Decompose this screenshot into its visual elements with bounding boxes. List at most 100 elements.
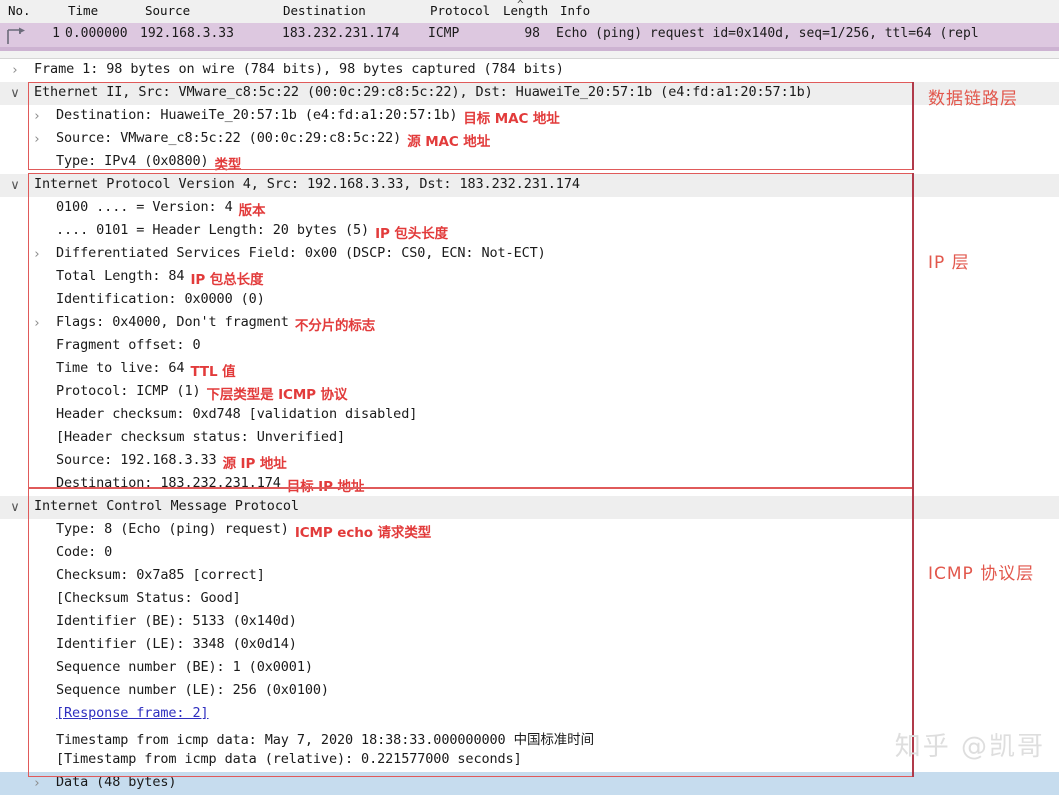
tree-row-label: Source: 192.168.3.33 [56, 452, 217, 468]
tree-row-annotation: 源 IP 地址 [222, 456, 287, 472]
tree-row-ip-ident[interactable]: Identification: 0x0000 (0) [0, 289, 1059, 312]
packet-info: Echo (ping) request id=0x140d, seq=1/256… [556, 26, 979, 41]
chevron-right-icon[interactable]: › [30, 776, 44, 792]
tree-row-icmp-idle[interactable]: Identifier (LE): 3348 (0x0d14) [0, 634, 1059, 657]
tree-row-label: [Response frame: 2] [56, 705, 209, 721]
tree-row-ip-fragoff[interactable]: Fragment offset: 0 [0, 335, 1059, 358]
tree-row-label: .... 0101 = Header Length: 20 bytes (5) [56, 222, 370, 238]
tree-row-icmp-seqbe[interactable]: Sequence number (BE): 1 (0x0001) [0, 657, 1059, 680]
side-label-datalink: 数据链路层 [928, 89, 1018, 109]
tree-row-ip-version[interactable]: 0100 .... = Version: 4 版本 [0, 197, 1059, 220]
side-label-icmp: ICMP 协议层 [928, 564, 1035, 584]
tree-row-label: Time to live: 64 [56, 360, 185, 376]
column-header-protocol[interactable]: Protocol [430, 3, 490, 18]
chevron-down-icon[interactable]: ∨ [8, 500, 22, 516]
chevron-right-icon[interactable]: › [30, 109, 44, 125]
tree-row-icmp[interactable]: ∨ Internet Control Message Protocol [0, 496, 1059, 519]
tree-row-label: Sequence number (LE): 256 (0x0100) [56, 682, 329, 698]
tree-row-frame[interactable]: › Frame 1: 98 bytes on wire (784 bits), 9… [0, 59, 1059, 82]
tree-row-ip-checksum[interactable]: Header checksum: 0xd748 [validation disa… [0, 404, 1059, 427]
tree-row-icmp-respfrm[interactable]: [Response frame: 2] [0, 703, 1059, 726]
chevron-right-icon[interactable]: › [30, 247, 44, 263]
related-packet-arrow-icon [7, 27, 25, 44]
packet-protocol: ICMP [428, 26, 460, 41]
tree-row-icmp-cksumst[interactable]: [Checksum Status: Good] [0, 588, 1059, 611]
packet-time: 0.000000 [65, 26, 128, 41]
packet-no: 1 [52, 26, 60, 41]
tree-row-label: Identifier (BE): 5133 (0x140d) [56, 613, 297, 629]
tree-row-label: [Header checksum status: Unverified] [56, 429, 345, 445]
tree-row-annotation: 类型 [214, 157, 242, 173]
tree-row-ip-dsfield[interactable]: › Differentiated Services Field: 0x00 (DS… [0, 243, 1059, 266]
packet-list-row-selected[interactable]: 1 0.000000 192.168.3.33 183.232.231.174 … [0, 23, 1059, 47]
annotation-divider-datalink [912, 82, 914, 170]
packet-list-column-header[interactable]: No. Time Source Destination Protocol Len… [0, 0, 1059, 24]
tree-row-annotation: 目标 IP 地址 [286, 479, 365, 495]
tree-row-eth-src[interactable]: › Source: VMware_c8:5c:22 (00:0c:29:c8:5c… [0, 128, 1059, 151]
tree-row-label: Source: VMware_c8:5c:22 (00:0c:29:c8:5c:… [56, 130, 402, 146]
tree-row-label: Checksum: 0x7a85 [correct] [56, 567, 265, 583]
tree-row-eth-type[interactable]: Type: IPv4 (0x0800) 类型 [0, 151, 1059, 174]
tree-row-label: Internet Control Message Protocol [34, 498, 299, 514]
chevron-right-icon[interactable]: › [30, 132, 44, 148]
tree-row-label: Destination: 183.232.231.174 [56, 475, 281, 491]
tree-row-icmp-type[interactable]: Type: 8 (Echo (ping) request) ICMP echo 请… [0, 519, 1059, 542]
tree-row-icmp-code[interactable]: Code: 0 [0, 542, 1059, 565]
chevron-right-icon[interactable]: › [30, 316, 44, 332]
column-header-length[interactable]: Length ^ [503, 0, 548, 18]
column-header-time[interactable]: Time [68, 3, 98, 18]
tree-row-ip-src[interactable]: Source: 192.168.3.33 源 IP 地址 [0, 450, 1059, 473]
column-header-no[interactable]: No. [8, 3, 31, 18]
tree-row-ip-cksumstat[interactable]: [Header checksum status: Unverified] [0, 427, 1059, 450]
tree-row-label: Differentiated Services Field: 0x00 (DSC… [56, 245, 546, 261]
tree-row-label: Identification: 0x0000 (0) [56, 291, 265, 307]
tree-row-icmp-data[interactable]: › Data (48 bytes) [0, 772, 1059, 795]
tree-row-icmp-idbe[interactable]: Identifier (BE): 5133 (0x140d) [0, 611, 1059, 634]
tree-row-icmp-seqle[interactable]: Sequence number (LE): 256 (0x0100) [0, 680, 1059, 703]
tree-row-label: Sequence number (BE): 1 (0x0001) [56, 659, 313, 675]
tree-row-annotation: 下层类型是 ICMP 协议 [206, 387, 348, 403]
tree-row-ip-proto[interactable]: Protocol: ICMP (1) 下层类型是 ICMP 协议 [0, 381, 1059, 404]
tree-row-label: Flags: 0x4000, Don't fragment [56, 314, 289, 330]
tree-row-annotation: IP 包头长度 [375, 226, 449, 242]
tree-row-label: Internet Protocol Version 4, Src: 192.16… [34, 176, 580, 192]
tree-row-ip-ttl[interactable]: Time to live: 64 TTL 值 [0, 358, 1059, 381]
column-header-info[interactable]: Info [560, 3, 590, 18]
tree-row-annotation: ICMP echo 请求类型 [294, 525, 432, 541]
packet-list-bottom-gap [0, 51, 1059, 59]
tree-row-label: Destination: HuaweiTe_20:57:1b (e4:fd:a1… [56, 107, 458, 123]
tree-row-eth-dst[interactable]: › Destination: HuaweiTe_20:57:1b (e4:fd:a… [0, 105, 1059, 128]
tree-row-label: Header checksum: 0xd748 [validation disa… [56, 406, 418, 422]
chevron-down-icon[interactable]: ∨ [8, 178, 22, 194]
tree-row-label: Timestamp from icmp data: May 7, 2020 18… [56, 732, 594, 748]
wireshark-packet-detail-view: No. Time Source Destination Protocol Len… [0, 0, 1059, 795]
tree-row-annotation: 不分片的标志 [294, 318, 376, 334]
watermark: 知乎 @凯哥 [894, 732, 1045, 762]
packet-details-tree[interactable]: › Frame 1: 98 bytes on wire (784 bits), 9… [0, 59, 1059, 795]
sort-ascending-icon: ^ [517, 0, 524, 11]
tree-row-icmp-cksum[interactable]: Checksum: 0x7a85 [correct] [0, 565, 1059, 588]
chevron-right-icon[interactable]: › [8, 63, 22, 79]
tree-row-eth[interactable]: ∨ Ethernet II, Src: VMware_c8:5c:22 (00:0… [0, 82, 1059, 105]
tree-row-label: Identifier (LE): 3348 (0x0d14) [56, 636, 297, 652]
tree-row-label: Ethernet II, Src: VMware_c8:5c:22 (00:0c… [34, 84, 813, 100]
chevron-down-icon[interactable]: ∨ [8, 86, 22, 102]
packet-destination: 183.232.231.174 [282, 26, 400, 41]
packet-length: 98 [524, 26, 540, 41]
tree-row-annotation: 源 MAC 地址 [407, 134, 491, 150]
tree-row-ip[interactable]: ∨ Internet Protocol Version 4, Src: 192.1… [0, 174, 1059, 197]
tree-row-label: Type: 8 (Echo (ping) request) [56, 521, 289, 537]
tree-row-annotation: IP 包总长度 [190, 272, 264, 288]
tree-row-label: Frame 1: 98 bytes on wire (784 bits), 98… [34, 61, 564, 77]
side-label-ip: IP 层 [928, 253, 970, 273]
tree-row-annotation: 版本 [238, 203, 266, 219]
tree-row-ip-dst[interactable]: Destination: 183.232.231.174 目标 IP 地址 [0, 473, 1059, 496]
tree-row-label: Code: 0 [56, 544, 113, 560]
tree-row-label: Type: IPv4 (0x0800) [56, 153, 209, 169]
tree-row-ip-hdrlen[interactable]: .... 0101 = Header Length: 20 bytes (5) I… [0, 220, 1059, 243]
tree-row-label: Fragment offset: 0 [56, 337, 201, 353]
column-header-destination[interactable]: Destination [283, 3, 366, 18]
tree-row-ip-totallen[interactable]: Total Length: 84 IP 包总长度 [0, 266, 1059, 289]
column-header-source[interactable]: Source [145, 3, 190, 18]
tree-row-ip-flags[interactable]: › Flags: 0x4000, Don't fragment 不分片的标志 [0, 312, 1059, 335]
